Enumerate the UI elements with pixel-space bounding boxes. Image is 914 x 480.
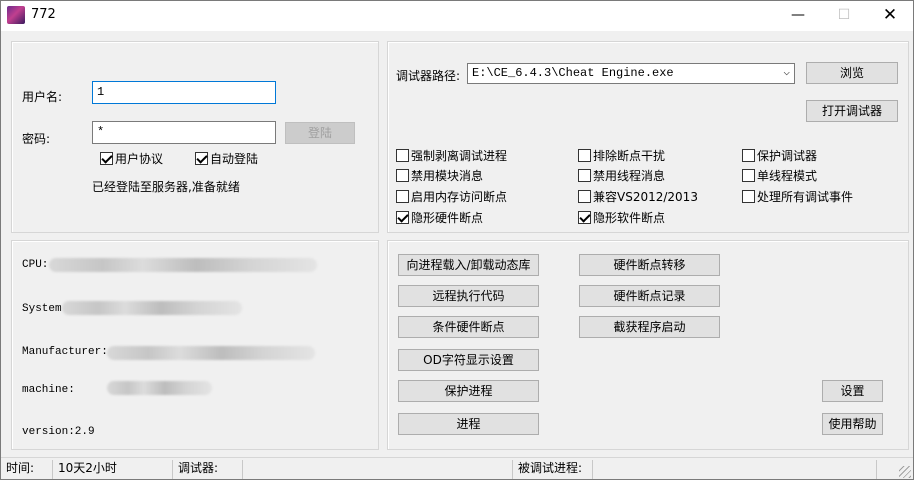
login-panel: 用户名: 1 密码: * 登陆 用户协议 自动登陆 已经登陆至服务器,准备就绪 — [11, 41, 379, 233]
debugger-path-value: E:\CE_6.4.3\Cheat Engine.exe — [472, 66, 674, 80]
option-label: 排除断点干扰 — [593, 149, 666, 163]
login-status-text: 已经登陆至服务器,准备就绪 — [92, 180, 240, 194]
autologin-checkbox[interactable]: 自动登陆 — [195, 152, 258, 167]
checkbox-box — [578, 169, 591, 182]
option-disable-thread-msg[interactable]: 禁用线程消息 — [578, 169, 665, 184]
option-disable-module-msg[interactable]: 禁用模块消息 — [396, 169, 483, 184]
checkbox-box — [396, 149, 409, 162]
password-field[interactable]: * — [92, 121, 276, 144]
status-debugger-value — [245, 460, 513, 479]
manufacturer-label: Manufacturer: — [22, 346, 108, 358]
option-label: 强制剥离调试进程 — [411, 149, 508, 163]
option-handle-all-events[interactable]: 处理所有调试事件 — [742, 190, 853, 205]
sysinfo-panel: CPU: System Manufacturer: machine: versi… — [11, 240, 379, 450]
cpu-label: CPU: — [22, 259, 49, 271]
actions-panel: 向进程载入/卸载动态库 远程执行代码 条件硬件断点 OD字符显示设置 保护进程 … — [387, 240, 909, 450]
main-window: 772 — ☐ ✕ 用户名: 1 密码: * 登陆 用户协议 自动登陆 已经登陆… — [0, 0, 914, 480]
intercept-start-button[interactable]: 截获程序启动 — [579, 316, 720, 338]
checkbox-box — [578, 211, 591, 224]
maximize-button[interactable]: ☐ — [821, 1, 867, 31]
option-single-thread[interactable]: 单线程模式 — [742, 169, 817, 184]
cpu-value-redacted — [49, 258, 317, 272]
version-text: version:2.9 — [22, 426, 95, 438]
close-button[interactable]: ✕ — [867, 1, 913, 31]
process-button[interactable]: 进程 — [398, 413, 539, 435]
debugger-path-label: 调试器路径: — [396, 69, 461, 83]
option-label: 禁用线程消息 — [593, 169, 666, 183]
option-exclude-bp-interference[interactable]: 排除断点干扰 — [578, 149, 665, 164]
status-bar: 时间: 10天2小时 调试器: 被调试进程: — [1, 457, 913, 479]
help-button[interactable]: 使用帮助 — [822, 413, 883, 435]
status-debugger-label: 调试器: — [175, 460, 243, 479]
hw-bp-record-button[interactable]: 硬件断点记录 — [579, 285, 720, 307]
checkbox-box — [396, 169, 409, 182]
option-label: 禁用模块消息 — [411, 169, 484, 183]
machine-value-redacted — [107, 381, 212, 395]
option-stealth-hw-bp[interactable]: 隐形硬件断点 — [396, 211, 483, 226]
option-label: 兼容VS2012/2013 — [593, 190, 698, 204]
status-debuggee-value — [595, 460, 877, 479]
remote-exec-button[interactable]: 远程执行代码 — [398, 285, 539, 307]
checkbox-box — [742, 149, 755, 162]
option-label: 处理所有调试事件 — [757, 190, 854, 204]
hw-bp-transfer-button[interactable]: 硬件断点转移 — [579, 254, 720, 276]
checkbox-box — [100, 152, 113, 165]
login-button[interactable]: 登陆 — [285, 122, 355, 144]
checkbox-box — [396, 190, 409, 203]
system-label: System — [22, 303, 62, 315]
status-time-value: 10天2小时 — [55, 460, 173, 479]
username-label: 用户名: — [22, 90, 63, 104]
checkbox-box — [578, 149, 591, 162]
checkbox-box — [742, 169, 755, 182]
option-memory-access-bp[interactable]: 启用内存访问断点 — [396, 190, 507, 205]
window-title: 772 — [31, 7, 56, 22]
inject-dll-button[interactable]: 向进程载入/卸载动态库 — [398, 254, 539, 276]
username-field[interactable]: 1 — [92, 81, 276, 104]
status-debuggee-label: 被调试进程: — [515, 460, 593, 479]
option-label: 隐形硬件断点 — [411, 211, 484, 225]
checkbox-box — [742, 190, 755, 203]
open-debugger-button[interactable]: 打开调试器 — [806, 100, 898, 122]
autologin-label: 自动登陆 — [210, 152, 259, 166]
machine-label: machine: — [22, 384, 75, 396]
agreement-checkbox[interactable]: 用户协议 — [100, 152, 163, 167]
settings-button[interactable]: 设置 — [822, 380, 883, 402]
agreement-label: 用户协议 — [115, 152, 164, 166]
resize-grip-icon[interactable] — [899, 466, 911, 478]
title-bar: 772 — ☐ ✕ — [1, 1, 913, 31]
status-time-label: 时间: — [3, 460, 53, 479]
option-protect-debugger[interactable]: 保护调试器 — [742, 149, 817, 164]
option-label: 保护调试器 — [757, 149, 818, 163]
system-value-redacted — [62, 301, 242, 315]
app-icon — [7, 6, 25, 24]
minimize-button[interactable]: — — [775, 1, 821, 31]
debugger-panel: 调试器路径: E:\CE_6.4.3\Cheat Engine.exe ⌵ 浏览… — [387, 41, 909, 233]
checkbox-box — [195, 152, 208, 165]
option-label: 隐形软件断点 — [593, 211, 666, 225]
option-label: 单线程模式 — [757, 169, 818, 183]
protect-process-button[interactable]: 保护进程 — [398, 380, 539, 402]
browse-button[interactable]: 浏览 — [806, 62, 898, 84]
option-stealth-sw-bp[interactable]: 隐形软件断点 — [578, 211, 665, 226]
checkbox-box — [578, 190, 591, 203]
checkbox-box — [396, 211, 409, 224]
chevron-down-icon: ⌵ — [783, 67, 790, 79]
cond-hw-bp-button[interactable]: 条件硬件断点 — [398, 316, 539, 338]
debugger-path-select[interactable]: E:\CE_6.4.3\Cheat Engine.exe ⌵ — [467, 63, 795, 84]
option-label: 启用内存访问断点 — [411, 190, 508, 204]
manufacturer-value-redacted — [107, 346, 315, 360]
password-label: 密码: — [22, 132, 51, 146]
option-vs-compat[interactable]: 兼容VS2012/2013 — [578, 190, 698, 205]
od-font-button[interactable]: OD字符显示设置 — [398, 349, 539, 371]
option-force-detach[interactable]: 强制剥离调试进程 — [396, 149, 507, 164]
